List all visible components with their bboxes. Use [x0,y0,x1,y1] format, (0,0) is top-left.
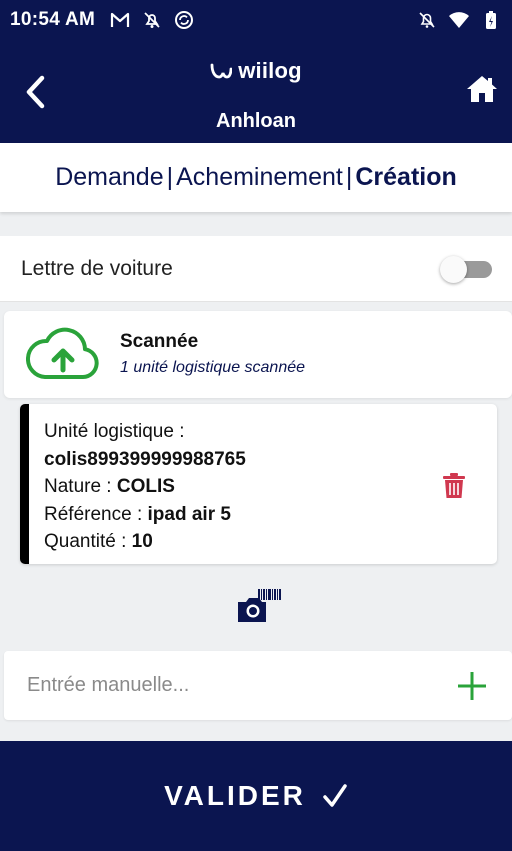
validate-label: VALIDER [164,780,306,811]
check-icon [323,784,347,807]
barcode-camera-icon[interactable] [236,588,282,624]
logo-text: wiilog [238,58,302,83]
step-acheminement[interactable]: Acheminement [176,163,343,192]
lettre-de-voiture-label: Lettre de voiture [21,256,173,280]
notifications-off-icon [416,9,438,31]
status-right-icons [416,9,502,31]
manual-entry-input[interactable] [27,674,407,697]
reference-label: Référence : [44,503,143,525]
step-demande[interactable]: Demande [55,163,163,192]
app-header: wiilog Anhloan [0,40,512,143]
trash-icon[interactable] [442,472,466,499]
unite-value: colis899399999988765 [44,448,246,470]
app-logo: wiilog [0,58,512,84]
scan-subtitle: 1 unité logistique scannée [120,359,306,376]
scan-title: Scannée [120,331,199,352]
nature-label: Nature : [44,476,112,497]
status-left-icons [109,9,195,31]
manual-entry-row [4,651,512,720]
nature-value: COLIS [116,476,175,497]
home-button[interactable] [466,74,500,108]
home-icon [467,76,497,102]
page-title: Anhloan [216,110,296,132]
battery-icon [480,9,502,31]
status-time: 10:54 AM [10,9,96,30]
plus-icon[interactable] [456,670,488,702]
quantite-label: Quantité : [44,531,127,552]
lettre-de-voiture-toggle[interactable] [440,252,494,286]
wifi-icon [448,9,470,31]
wiilog-logo-icon [210,63,233,79]
step-separator: | [345,163,353,191]
step-separator: | [166,163,174,191]
logistic-unit-card: Unité logistique : colis899399999988765 … [20,404,497,564]
sync-icon [173,9,195,31]
mute-icon [141,9,163,31]
cloud-upload-icon [26,327,99,379]
quantite-value: 10 [131,531,153,552]
unite-label: Unité logistique : [44,421,185,442]
scan-summary-card: Scannée 1 unité logistique scannée [4,311,512,398]
step-creation[interactable]: Création [355,163,456,192]
reference-value: ipad air 5 [147,503,231,525]
gmail-icon [109,9,131,31]
step-breadcrumb: Demande | Acheminement | Création [0,143,512,212]
status-bar: 10:54 AM [0,0,512,40]
validate-button[interactable]: VALIDER [0,741,512,851]
lettre-de-voiture-row: Lettre de voiture [0,236,512,302]
toggle-thumb [440,255,467,283]
